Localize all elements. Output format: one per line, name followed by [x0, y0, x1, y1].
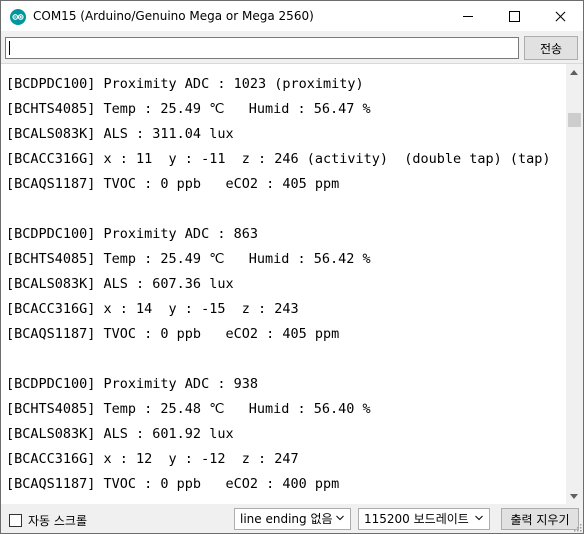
chevron-down-icon [475, 515, 483, 521]
autoscroll-checkbox[interactable] [9, 514, 22, 527]
baud-rate-select[interactable]: 115200 보드레이트 [358, 508, 490, 530]
baud-rate-value: 115200 보드레이트 [364, 512, 469, 526]
maximize-button[interactable] [491, 1, 537, 31]
scroll-down-arrow-icon[interactable] [566, 488, 583, 504]
autoscroll-label: 자동 스크롤 [28, 514, 88, 528]
output-line: [BCAQS1187] TVOC : 0 ppb eCO2 : 405 ppm [6, 176, 340, 192]
output-line: [BCHTS4085] Temp : 25.48 ℃ Humid : 56.40… [6, 401, 371, 417]
text-caret [9, 41, 10, 55]
clear-output-button[interactable]: 출력 지우기 [501, 508, 579, 530]
minimize-button[interactable] [445, 1, 491, 31]
send-button[interactable]: 전송 [524, 36, 578, 60]
title-bar[interactable]: COM15 (Arduino/Genuino Mega or Mega 2560… [1, 1, 583, 31]
vertical-scrollbar[interactable] [566, 64, 583, 504]
output-line: [BCDPDC100] Proximity ADC : 1023 (proxim… [6, 76, 364, 92]
output-line: [BCALS083K] ALS : 311.04 lux [6, 126, 234, 142]
serial-send-input[interactable] [5, 37, 519, 59]
serial-output-area[interactable]: [BCDPDC100] Proximity ADC : 1023 (proxim… [1, 63, 583, 504]
output-line: [BCDPDC100] Proximity ADC : 863 [6, 226, 258, 242]
output-line: [BCAQS1187] TVOC : 0 ppb eCO2 : 405 ppm [6, 326, 340, 342]
bottom-bar: 자동 스크롤 line ending 없음 115200 보드레이트 출력 지우… [1, 504, 583, 533]
send-row: 전송 [1, 31, 583, 63]
resize-grip-icon[interactable] [572, 522, 582, 532]
scroll-thumb[interactable] [568, 113, 581, 127]
serial-monitor-window: COM15 (Arduino/Genuino Mega or Mega 2560… [0, 0, 584, 534]
output-lines: [BCDPDC100] Proximity ADC : 1023 (proxim… [6, 72, 561, 497]
arduino-logo-icon [10, 9, 26, 25]
scroll-up-arrow-icon[interactable] [566, 64, 583, 81]
output-line: [BCAQS1187] TVOC : 0 ppb eCO2 : 400 ppm [6, 476, 340, 492]
output-line: [BCALS083K] ALS : 607.36 lux [6, 276, 234, 292]
chevron-down-icon [336, 515, 344, 521]
output-line: [BCACC316G] x : 11 y : -11 z : 246 (acti… [6, 151, 551, 167]
autoscroll-toggle[interactable]: 자동 스크롤 [9, 512, 87, 529]
line-ending-select[interactable]: line ending 없음 [234, 508, 351, 530]
output-line: [BCHTS4085] Temp : 25.49 ℃ Humid : 56.42… [6, 251, 371, 267]
output-line: [BCDPDC100] Proximity ADC : 938 [6, 376, 258, 392]
output-line: [BCHTS4085] Temp : 25.49 ℃ Humid : 56.47… [6, 101, 371, 117]
output-line: [BCACC316G] x : 12 y : -12 z : 247 [6, 451, 299, 467]
close-button[interactable] [537, 1, 583, 31]
window-title: COM15 (Arduino/Genuino Mega or Mega 2560… [33, 9, 314, 23]
output-line: [BCACC316G] x : 14 y : -15 z : 243 [6, 301, 299, 317]
output-line: [BCALS083K] ALS : 601.92 lux [6, 426, 234, 442]
line-ending-value: line ending 없음 [240, 512, 333, 526]
